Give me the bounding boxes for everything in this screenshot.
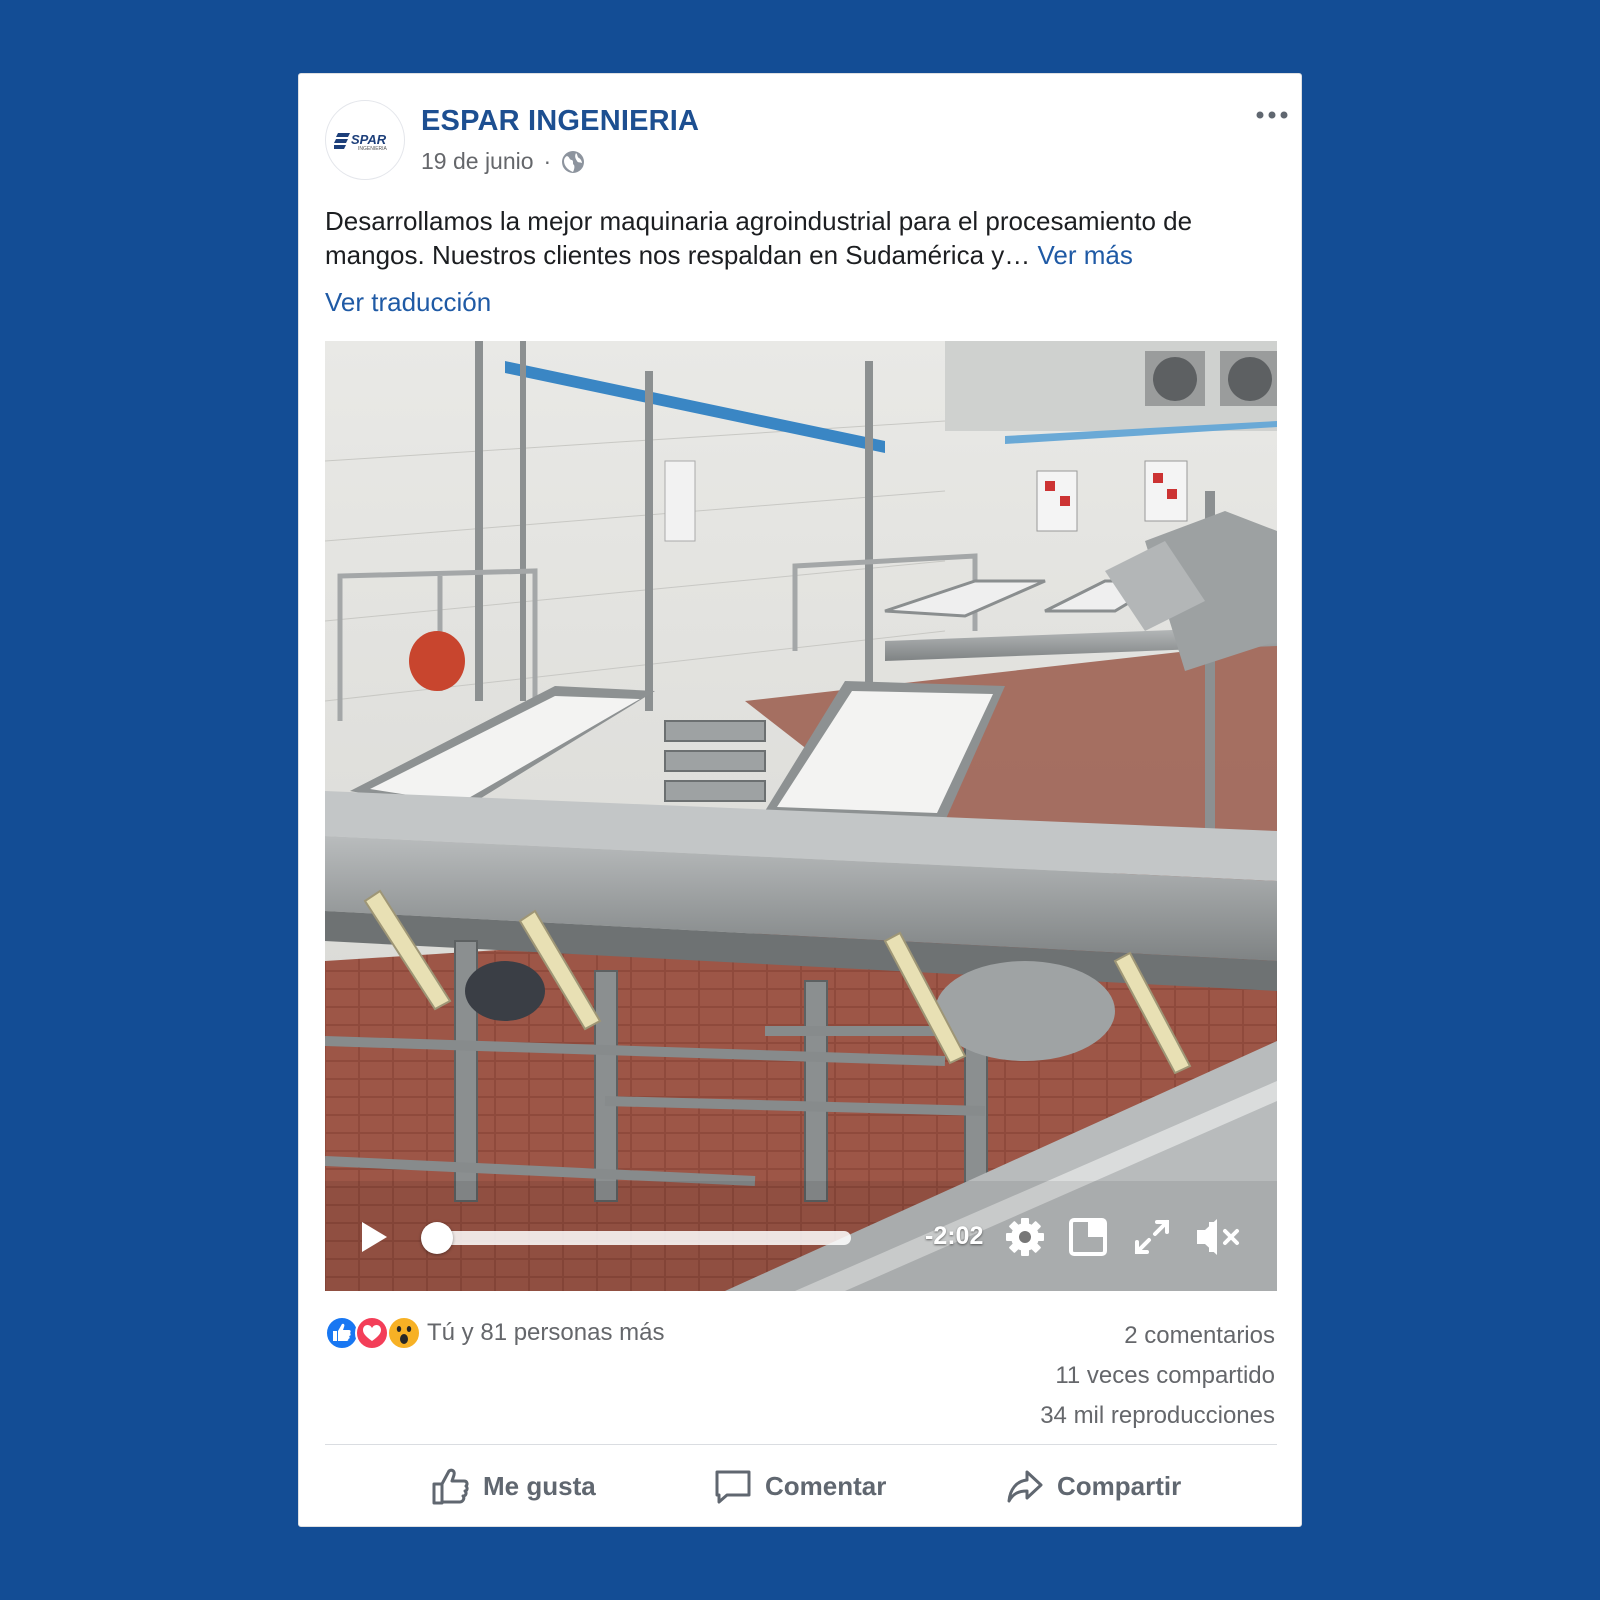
svg-text:INGENIERIA: INGENIERIA bbox=[358, 146, 388, 152]
see-translation-link[interactable]: Ver traducción bbox=[325, 287, 491, 318]
video-controls: -2:02 bbox=[325, 1201, 1277, 1271]
share-button[interactable]: Compartir bbox=[1005, 1446, 1181, 1526]
thumbs-up-icon bbox=[432, 1468, 469, 1505]
like-button[interactable]: Me gusta bbox=[431, 1446, 596, 1526]
page-name[interactable]: ESPAR INGENIERIA bbox=[421, 105, 699, 138]
settings-gear-icon[interactable] bbox=[1005, 1217, 1045, 1257]
post-meta: 19 de junio · bbox=[421, 148, 585, 175]
espar-logo: SPAR INGENIERIA bbox=[334, 132, 388, 152]
page-avatar[interactable]: SPAR INGENIERIA bbox=[325, 100, 405, 180]
post-card: SPAR INGENIERIA ESPAR INGENIERIA 19 de j… bbox=[298, 73, 1302, 1527]
see-more-link[interactable]: Ver más bbox=[1037, 240, 1132, 270]
love-reaction-icon bbox=[355, 1316, 389, 1355]
reactions-summary[interactable]: Tú y 81 personas más bbox=[325, 1316, 664, 1350]
muted-volume-icon[interactable] bbox=[1195, 1216, 1243, 1258]
share-button-label: Compartir bbox=[1057, 1470, 1182, 1501]
more-options-icon[interactable] bbox=[1252, 103, 1292, 127]
svg-text:SPAR: SPAR bbox=[351, 132, 387, 147]
comments-count[interactable]: 2 comentarios bbox=[1040, 1316, 1275, 1356]
post-text: Desarrollamos la mejor maquinaria agroin… bbox=[325, 204, 1275, 272]
reaction-icons bbox=[325, 1316, 423, 1350]
comment-button[interactable]: Comentar bbox=[713, 1446, 886, 1526]
globe-icon bbox=[562, 150, 585, 173]
post-date[interactable]: 19 de junio bbox=[421, 148, 534, 175]
video-progress-handle[interactable] bbox=[421, 1222, 453, 1254]
like-button-label: Me gusta bbox=[483, 1470, 596, 1501]
meta-separator: · bbox=[543, 148, 552, 174]
comment-icon bbox=[715, 1470, 751, 1504]
fullscreen-icon[interactable] bbox=[1133, 1218, 1171, 1256]
wow-reaction-icon bbox=[387, 1316, 421, 1355]
share-arrow-icon bbox=[1007, 1470, 1043, 1503]
comment-button-label: Comentar bbox=[765, 1470, 887, 1501]
engagement-stats: 2 comentarios 11 veces compartido 34 mil… bbox=[1040, 1316, 1275, 1436]
divider bbox=[325, 1444, 1277, 1445]
video-time-remaining: -2:02 bbox=[925, 1222, 984, 1250]
mini-player-icon[interactable] bbox=[1069, 1218, 1107, 1256]
like-reaction-icon bbox=[325, 1316, 359, 1355]
post-actions: Me gusta Comentar Compartir bbox=[325, 1446, 1277, 1526]
reactions-count[interactable]: Tú y 81 personas más bbox=[427, 1319, 664, 1347]
video-progress-track[interactable] bbox=[437, 1231, 851, 1245]
shares-count[interactable]: 11 veces compartido bbox=[1040, 1356, 1275, 1396]
views-count: 34 mil reproducciones bbox=[1040, 1402, 1275, 1429]
play-icon[interactable] bbox=[359, 1220, 389, 1254]
video-player[interactable]: -2:02 bbox=[325, 341, 1277, 1291]
factory-video-frame bbox=[325, 341, 1277, 1291]
